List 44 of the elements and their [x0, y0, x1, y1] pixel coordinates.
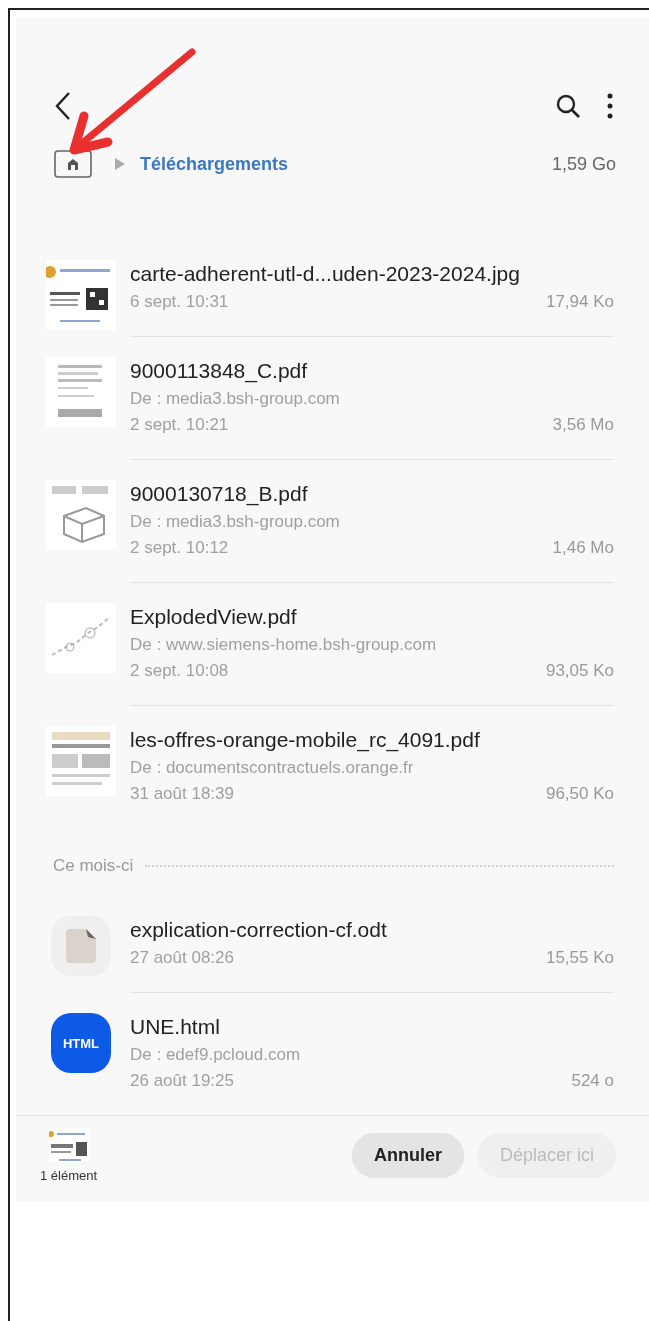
document-thumbnail — [46, 357, 116, 427]
file-date: 27 août 08:26 — [130, 948, 234, 968]
file-size: 524 o — [571, 1071, 614, 1091]
file-source: De : media3.bsh-group.com — [130, 389, 341, 409]
file-date: 2 sept. 10:08 — [130, 661, 229, 681]
file-size: 96,50 Ko — [545, 784, 614, 804]
more-options-icon[interactable] — [607, 93, 613, 119]
file-name[interactable]: UNE.html — [130, 1013, 614, 1039]
chevron-icon — [114, 157, 126, 171]
file-size: 1,46 Mo — [552, 538, 614, 558]
cancel-button[interactable]: Annuler — [351, 1133, 464, 1178]
section-header: Ce mois-ci — [53, 856, 134, 876]
file-name[interactable]: explication-correction-cf.odt — [130, 916, 614, 942]
file-size: 93,05 Ko — [545, 661, 614, 681]
file-name[interactable]: 9000113848_C.pdf — [130, 357, 614, 383]
file-source: De : documentscontractuels.orange.fr — [130, 758, 415, 778]
file-date: 31 août 18:39 — [130, 784, 234, 804]
brochure-thumbnail — [46, 726, 116, 796]
technical-drawing-thumbnail — [46, 480, 116, 550]
breadcrumb-folder[interactable]: Téléchargements — [140, 153, 289, 175]
search-icon[interactable] — [555, 93, 581, 119]
exploded-view-thumbnail — [46, 603, 116, 673]
file-name[interactable]: 9000130718_B.pdf — [130, 480, 614, 506]
file-name[interactable]: les-offres-orange-mobile_rc_4091.pdf — [130, 726, 614, 752]
file-name[interactable]: carte-adherent-utl-d...uden-2023-2024.jpg — [130, 260, 614, 286]
file-size: 17,94 Ko — [545, 292, 614, 312]
home-icon[interactable] — [54, 150, 92, 178]
file-date: 2 sept. 10:12 — [130, 538, 229, 558]
file-source: De : edef9.pcloud.com — [130, 1045, 302, 1065]
file-date: 26 août 19:25 — [130, 1071, 234, 1091]
file-size: 15,55 Ko — [545, 948, 614, 968]
selection-count: 1 élément — [40, 1168, 98, 1183]
file-size: 3,56 Mo — [552, 415, 614, 435]
card-thumbnail — [46, 260, 116, 330]
file-name[interactable]: ExplodedView.pdf — [130, 603, 614, 629]
file-source: De : www.siemens-home.bsh-group.com — [130, 635, 438, 655]
document-file-icon — [51, 916, 111, 976]
file-date: 6 sept. 10:31 — [130, 292, 229, 312]
back-icon[interactable] — [54, 91, 72, 121]
file-date: 2 sept. 10:21 — [130, 415, 229, 435]
file-source: De : media3.bsh-group.com — [130, 512, 341, 532]
html-file-icon: HTML — [51, 1013, 111, 1073]
storage-size: 1,59 Go — [551, 153, 616, 175]
selected-file-thumbnail — [48, 1128, 89, 1162]
